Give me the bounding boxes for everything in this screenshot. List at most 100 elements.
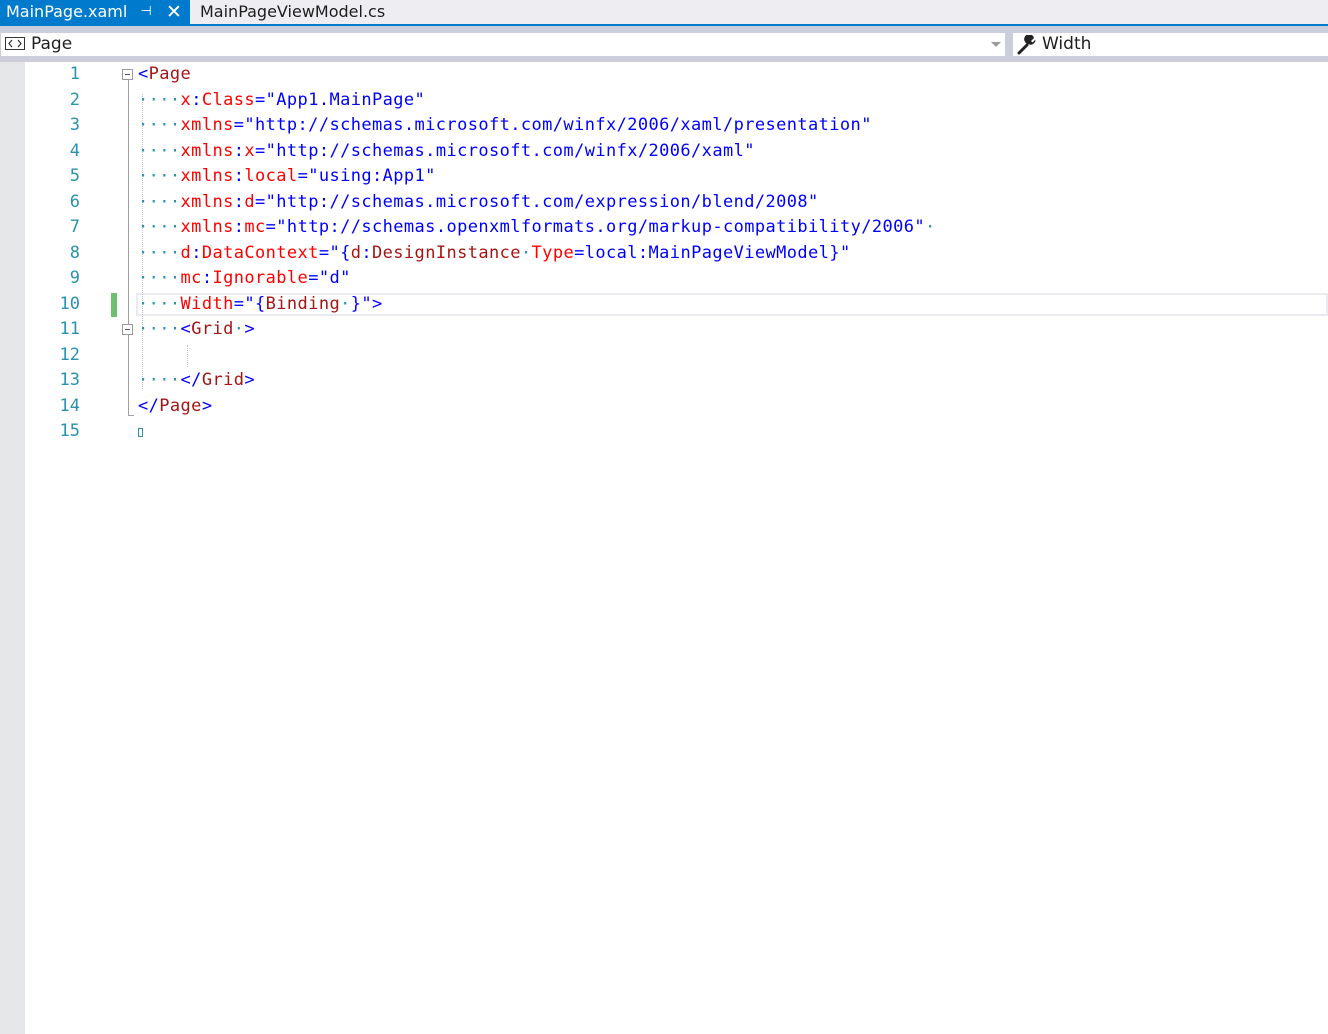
line-number: 5 [69,166,80,186]
line-number: 2 [69,89,80,110]
token: xmlns [180,115,234,135]
line-number: 12 [59,344,80,365]
token: x [180,89,192,110]
line-number: 10 [59,293,80,314]
code-editor[interactable]: 1 2 3 4 5 6 7 8 9 10 11 12 13 14 15 <Pag… [0,62,1328,1034]
token: d [350,242,362,263]
code-line-3: ····xmlns="http://schemas.microsoft.com/… [138,113,872,138]
token: "App1.MainPage" [265,89,426,110]
member-dropdown-value: Width [1042,34,1092,54]
token: ···· [138,370,181,390]
close-icon[interactable]: ✕ [164,0,184,24]
token: : [233,191,245,212]
token: : [233,217,245,237]
code-line-11: ····<Grid·> [138,317,255,342]
line-number: 8 [69,242,80,263]
token: Type [531,242,575,263]
tab-mainpage-xaml[interactable]: MainPage.xaml ⊣ ✕ [0,0,190,24]
outline-line [128,335,129,415]
token: DesignInstance [372,242,521,263]
tab-mainpageviewmodel-cs[interactable]: MainPageViewModel.cs [192,0,392,24]
token: = [233,293,245,314]
token: xmlns [180,140,234,161]
token: Ignorable [212,268,309,288]
token: "{ [329,242,351,263]
token: Width [180,293,234,314]
token: = [265,217,277,237]
token: Binding [265,293,341,314]
token: : [191,89,202,110]
token: Page [159,395,202,416]
line-number: 15 [59,421,80,441]
code-line-13: ····</Grid> [138,368,255,393]
code-line-9: ····mc:Ignorable="d" [138,266,351,291]
token: =local:MainPageViewModel}" [574,242,851,263]
code-line-1: <Page [138,62,191,87]
token: </ [180,370,202,390]
token: mc [180,268,202,288]
token: ···· [138,191,181,212]
token: = [255,191,266,212]
token: }" [350,293,373,314]
token: Grid [201,370,245,390]
tab-label: MainPageViewModel.cs [200,2,386,21]
indicator-margin [0,62,25,1034]
tab-label: MainPage.xaml [6,2,128,21]
token: "http://schemas.microsoft.com/winfx/2006… [265,140,755,161]
token: = [318,242,330,263]
token: xmlns [180,166,234,186]
element-dropdown[interactable]: Page [1,33,1005,56]
token: "http://schemas.microsoft.com/expression… [265,191,819,212]
pin-icon[interactable]: ⊣ [138,0,154,24]
token: = [233,115,245,135]
element-dropdown-value: Page [31,34,73,54]
token: : [233,140,245,161]
wrench-icon [1017,35,1036,55]
code-line-2: ····x:Class="App1.MainPage" [138,88,425,113]
token: < [180,319,192,339]
code-line-4: ····xmlns:x="http://schemas.microsoft.co… [138,139,755,164]
token: ···· [138,242,181,263]
token: ···· [138,166,181,186]
token: d [244,191,256,212]
token: ···· [138,115,181,135]
token: · [340,293,351,314]
token: · [233,319,245,339]
token: "http://schemas.microsoft.com/winfx/2006… [244,115,872,135]
token: > [244,370,256,390]
token: Page [148,64,192,84]
line-number: 3 [69,115,80,135]
token: > [201,395,213,416]
code-line-6: ····xmlns:d="http://schemas.microsoft.co… [138,190,819,215]
collapse-icon[interactable] [122,324,133,335]
outline-line [128,80,129,325]
code-line-5: ····xmlns:local="using:App1" [138,164,436,189]
line-number: 4 [69,140,80,161]
indent-guide [187,345,188,367]
member-dropdown[interactable]: Width [1013,33,1328,56]
token: DataContext [201,242,319,263]
outline-end [128,415,134,416]
token: "http://schemas.openxmlformats.org/marku… [276,217,926,237]
token: ···· [138,140,181,161]
token: · [925,217,936,237]
token: : [201,268,213,288]
element-icon [5,37,25,50]
code-line-10: ····Width="{Binding·}"> [138,292,383,317]
token: Class [201,89,256,110]
token: Grid [191,319,234,339]
chevron-down-icon[interactable] [991,42,1001,47]
line-number: 7 [69,217,80,237]
token: "using:App1" [308,166,436,186]
token: = [308,268,319,288]
line-number: 11 [59,319,80,339]
change-marker [111,293,117,317]
token: ···· [138,293,181,314]
token: = [255,140,266,161]
token: = [255,89,266,110]
token: < [138,64,149,84]
code-line-7: ····xmlns:mc="http://schemas.openxmlform… [138,215,936,240]
token: xmlns [180,191,234,212]
line-number: 14 [59,395,80,416]
collapse-icon[interactable] [122,69,133,80]
